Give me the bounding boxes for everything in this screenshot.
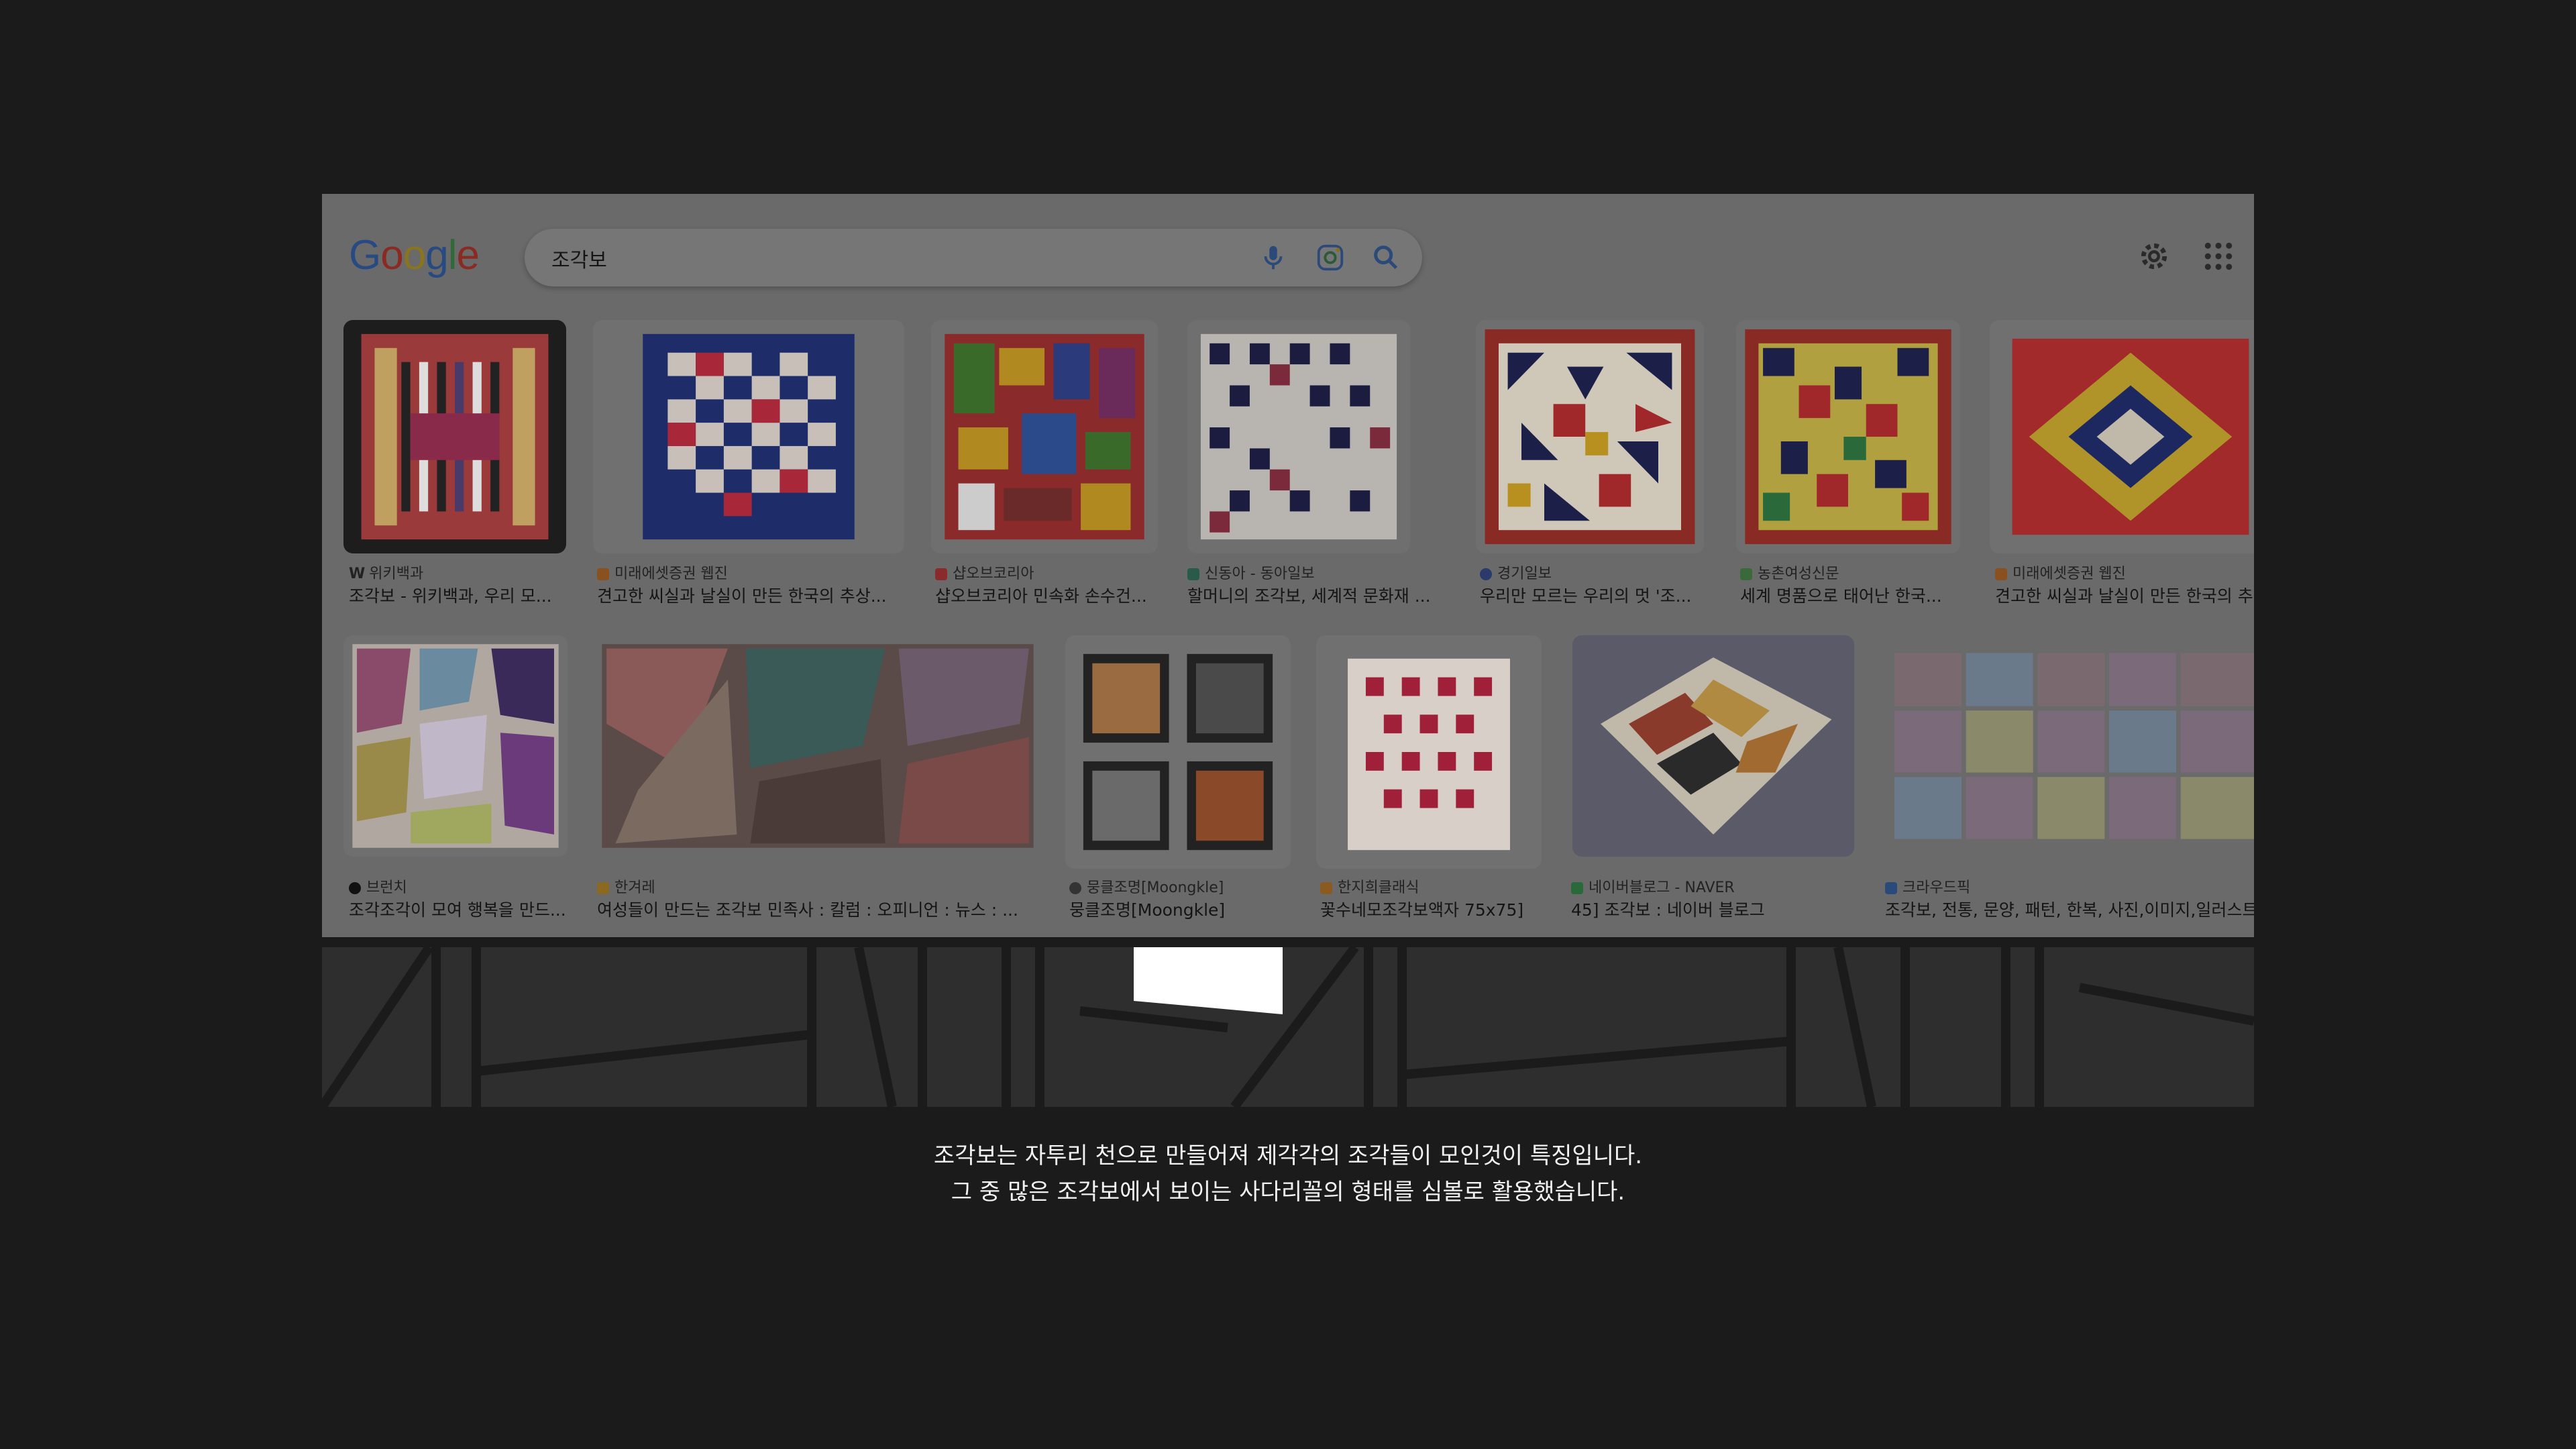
result-title[interactable]: 견고한 씨실과 날실이 만든 한국의 추상 bbox=[1995, 583, 2254, 607]
logo-letter: o bbox=[380, 232, 403, 278]
result-source-label: 경기일보 bbox=[1497, 566, 1552, 582]
logo-letter: l bbox=[447, 232, 458, 278]
result-title[interactable]: 여성들이 만드는 조각보 민족사 : 칼럼 : 오피니언 : 뉴스 : ... bbox=[597, 897, 1018, 921]
result-thumb-6[interactable] bbox=[1736, 320, 1960, 553]
result-source-label: 미래에셋증권 웹진 bbox=[2012, 566, 2126, 582]
apps-grid-icon[interactable] bbox=[2200, 238, 2237, 274]
result-source-label: 신동아 - 동아일보 bbox=[1205, 566, 1315, 582]
source-favicon bbox=[597, 568, 609, 580]
result-thumb-1[interactable] bbox=[343, 320, 566, 553]
source-favicon: W bbox=[349, 566, 366, 582]
logo-letter: e bbox=[456, 232, 479, 278]
result-title[interactable]: 조각조각이 모여 행복을 만드... bbox=[349, 897, 566, 921]
result-title[interactable]: 할머니의 조각보, 세계적 문화재 ... bbox=[1187, 583, 1431, 607]
result-source: 신동아 - 동아일보 bbox=[1187, 561, 1315, 583]
result-title[interactable]: 45] 조각보 : 네이버 블로그 bbox=[1571, 897, 1765, 921]
result-thumb-2[interactable] bbox=[593, 320, 904, 553]
source-favicon bbox=[1740, 568, 1752, 580]
result-title[interactable]: 조각보 - 위키백과, 우리 모... bbox=[349, 583, 552, 607]
source-favicon bbox=[1187, 568, 1199, 580]
result-title[interactable]: 꽃수네모조각보액자 75x75] bbox=[1320, 897, 1523, 921]
result-thumb-9[interactable] bbox=[593, 635, 1042, 857]
result-source-label: 샵오브코리아 bbox=[953, 566, 1034, 582]
result-source: 경기일보 bbox=[1480, 561, 1552, 583]
result-source-label: 크라우드픽 bbox=[1902, 879, 1971, 896]
caption-line-2: 그 중 많은 조각보에서 보이는 사다리꼴의 형태를 심볼로 활용했습니다. bbox=[951, 1179, 1625, 1205]
result-title[interactable]: 우리만 모르는 우리의 멋 '조... bbox=[1480, 583, 1692, 607]
result-title[interactable]: 세계 명품으로 태어난 한국... bbox=[1740, 583, 1942, 607]
source-favicon bbox=[1480, 568, 1492, 580]
result-title[interactable]: 뭉클조명[Moongkle] bbox=[1069, 897, 1225, 921]
caption-line-1: 조각보는 자투리 천으로 만들어져 제각각의 조각들이 모인것이 특징입니다. bbox=[933, 1142, 1643, 1169]
result-source: 미래에셋증권 웹진 bbox=[597, 561, 728, 583]
result-source: 농촌여성신문 bbox=[1740, 561, 1839, 583]
result-source-label: 미래에셋증권 웹진 bbox=[614, 566, 728, 582]
source-favicon bbox=[1995, 568, 2007, 580]
result-thumb-13[interactable] bbox=[1881, 635, 2254, 857]
result-title[interactable]: 샵오브코리아 민속화 손수건... bbox=[935, 583, 1147, 607]
mic-icon[interactable] bbox=[1258, 242, 1289, 273]
result-source-label: 뭉클조명[Moongkle] bbox=[1087, 879, 1224, 896]
logo-letter: g bbox=[425, 232, 448, 278]
result-source-label: 브런치 bbox=[366, 879, 407, 896]
result-source: 한겨레 bbox=[597, 875, 655, 897]
result-title[interactable]: 견고한 씨실과 날실이 만든 한국의 추상... bbox=[597, 583, 887, 607]
result-source: 미래에셋증권 웹진 bbox=[1995, 561, 2126, 583]
result-source: 네이버블로그 - NAVER bbox=[1571, 875, 1735, 897]
result-source-label: 위키백과 bbox=[369, 566, 424, 582]
settings-gear-icon[interactable] bbox=[2136, 238, 2172, 274]
result-title[interactable]: 조각보, 전통, 문양, 패턴, 한복, 사진,이미지,일러스트 bbox=[1885, 897, 2254, 921]
result-thumb-4[interactable] bbox=[1187, 320, 1410, 553]
source-favicon bbox=[935, 568, 947, 580]
result-thumb-10[interactable] bbox=[1065, 635, 1291, 869]
result-source: W 위키백과 bbox=[349, 561, 423, 583]
result-source: 한지희클래식 bbox=[1320, 875, 1419, 897]
google-logo[interactable]: Google bbox=[349, 231, 480, 279]
lens-icon[interactable] bbox=[1315, 242, 1346, 273]
source-favicon bbox=[1885, 882, 1897, 894]
search-results-screenshot: Google 조각보 W 위키백과 조각보 - 위키백과, 우리 모... 미래… bbox=[322, 194, 2254, 937]
result-thumb-3[interactable] bbox=[931, 320, 1158, 553]
result-thumb-7[interactable] bbox=[1990, 320, 2254, 553]
search-icon[interactable] bbox=[1371, 242, 1401, 273]
source-favicon bbox=[1069, 882, 1081, 894]
logo-letter: o bbox=[402, 232, 426, 278]
result-source-label: 네이버블로그 - NAVER bbox=[1589, 879, 1735, 896]
source-favicon bbox=[1320, 882, 1332, 894]
result-thumb-5[interactable] bbox=[1476, 320, 1704, 553]
trapezoid-symbol bbox=[1134, 947, 1283, 1014]
result-thumb-11[interactable] bbox=[1316, 635, 1542, 869]
search-input[interactable]: 조각보 bbox=[551, 244, 607, 273]
result-source: 브런치 bbox=[349, 875, 407, 897]
result-thumb-8[interactable] bbox=[343, 635, 568, 857]
source-favicon bbox=[597, 882, 609, 894]
result-source: 샵오브코리아 bbox=[935, 561, 1034, 583]
result-source: 크라우드픽 bbox=[1885, 875, 1970, 897]
trapezoid-pattern-band bbox=[322, 947, 2254, 1107]
source-favicon bbox=[349, 882, 361, 894]
result-thumb-12[interactable] bbox=[1572, 635, 1854, 857]
logo-letter: G bbox=[349, 232, 381, 278]
source-favicon bbox=[1571, 882, 1583, 894]
search-bar[interactable]: 조각보 bbox=[525, 229, 1422, 286]
result-source-label: 농촌여성신문 bbox=[1758, 566, 1839, 582]
result-source-label: 한겨레 bbox=[614, 879, 655, 896]
result-source: 뭉클조명[Moongkle] bbox=[1069, 875, 1224, 897]
result-source-label: 한지희클래식 bbox=[1338, 879, 1419, 896]
